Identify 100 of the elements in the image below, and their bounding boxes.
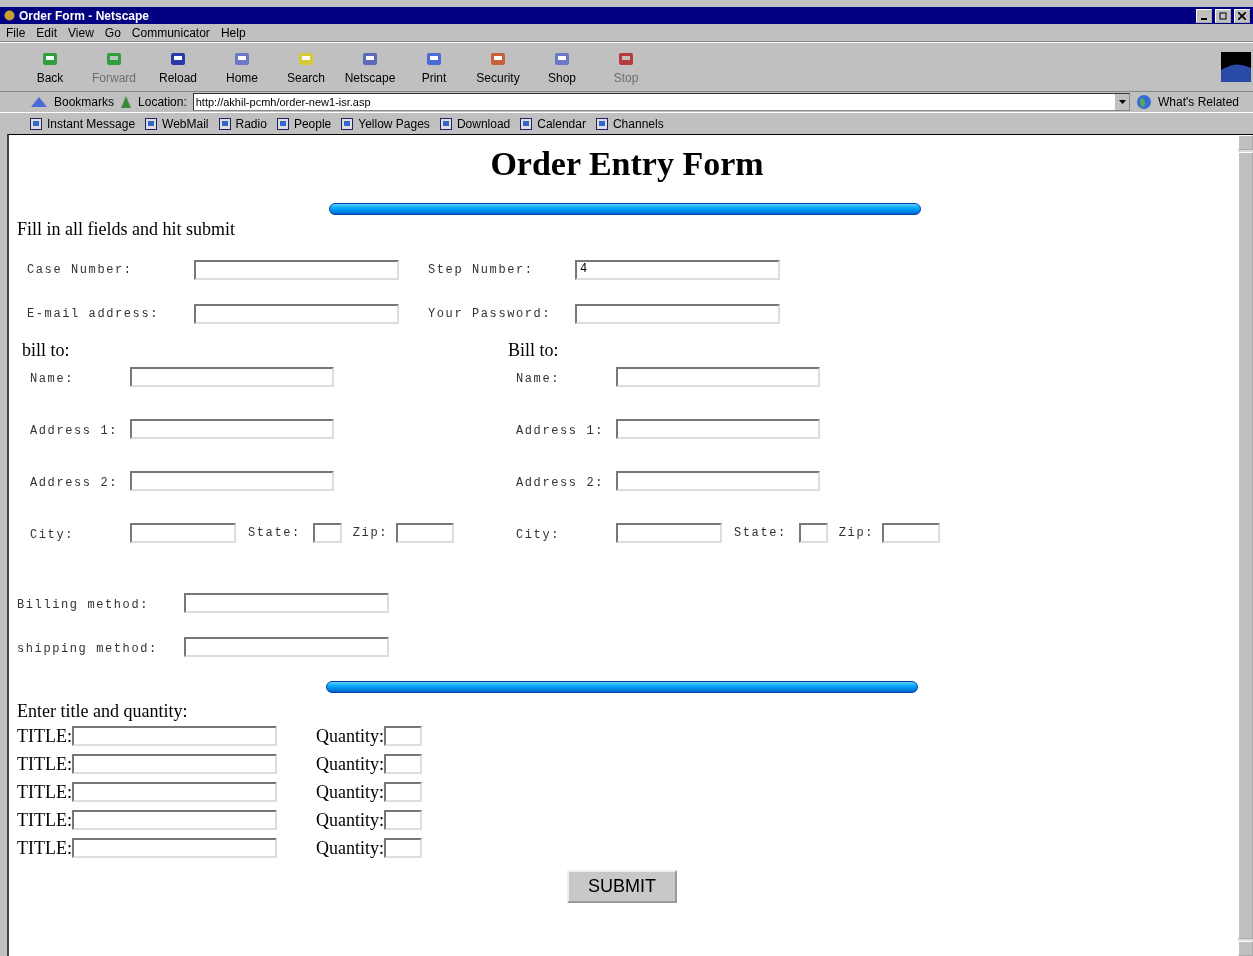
- text-field[interactable]: [130, 471, 334, 491]
- text-field[interactable]: [616, 471, 820, 491]
- bookmarks-button[interactable]: Bookmarks: [54, 95, 115, 109]
- submit-button[interactable]: SUBMIT: [567, 870, 677, 903]
- toolbar-button[interactable]: Shop: [530, 49, 594, 85]
- bookmark-link[interactable]: Radio: [235, 116, 267, 131]
- text-field[interactable]: [384, 726, 422, 746]
- menu-item[interactable]: View: [68, 25, 94, 40]
- field-label: Name:: [30, 372, 74, 386]
- text-field[interactable]: [130, 367, 334, 387]
- page-icon: [30, 117, 42, 130]
- toolbar-button[interactable]: Reload: [146, 49, 210, 85]
- text-field[interactable]: [72, 810, 277, 830]
- text-field[interactable]: [616, 367, 820, 387]
- page-icon: [439, 117, 452, 130]
- text-field[interactable]: [396, 523, 455, 543]
- page-icon: [595, 117, 608, 130]
- field-label: Zip:: [352, 526, 389, 540]
- window-title: Order Form - Netscape: [19, 8, 151, 23]
- text-field[interactable]: [130, 419, 334, 439]
- bookmark-link[interactable]: Instant Message: [47, 116, 136, 131]
- location-icon: [120, 95, 133, 109]
- field-label: Step Number:: [428, 263, 535, 277]
- text-field[interactable]: [384, 810, 422, 830]
- field-label: State:: [734, 526, 787, 540]
- text-field[interactable]: [312, 523, 342, 543]
- text-field[interactable]: [72, 782, 277, 802]
- minimize-icon: [1201, 17, 1207, 20]
- field-label: TITLE:: [17, 725, 72, 747]
- section-heading: Enter title and quantity:: [17, 701, 189, 722]
- text-field[interactable]: [616, 523, 722, 543]
- toolbar-button[interactable]: Search: [274, 49, 338, 85]
- text-field[interactable]: [882, 523, 941, 543]
- toolbar-button[interactable]: Back: [18, 49, 82, 85]
- toolbar-button[interactable]: Home: [210, 49, 274, 85]
- field-label: TITLE:: [17, 753, 72, 775]
- field-label: Address 2:: [30, 476, 118, 490]
- field-label: E-mail address:: [27, 307, 161, 321]
- text-field[interactable]: [72, 838, 277, 858]
- globe-icon: [1136, 94, 1152, 110]
- page-icon: [341, 117, 354, 130]
- field-label: Address 1:: [516, 424, 604, 438]
- toolbar-button[interactable]: Print: [402, 49, 466, 85]
- text-field[interactable]: [184, 637, 389, 657]
- page-heading: Order Entry Form: [489, 145, 765, 183]
- page-icon: [145, 117, 158, 130]
- text-field[interactable]: [798, 523, 828, 543]
- bookmarks-icon: [30, 95, 48, 109]
- text-field[interactable]: [384, 838, 422, 858]
- field-label: State:: [248, 526, 301, 540]
- instructions: Fill in all fields and hit submit: [17, 219, 236, 240]
- page-icon: [520, 117, 533, 130]
- whats-related-button[interactable]: What's Related: [1158, 95, 1239, 109]
- dropdown-icon[interactable]: [1115, 94, 1129, 110]
- scrollbar[interactable]: [1238, 135, 1253, 956]
- restore-button[interactable]: [1215, 8, 1231, 23]
- menu-item[interactable]: Edit: [36, 25, 58, 40]
- bookmark-link[interactable]: Calendar: [537, 116, 586, 131]
- text-field[interactable]: 4: [575, 260, 780, 280]
- field-label: Address 1:: [30, 424, 118, 438]
- bookmark-link[interactable]: Channels: [612, 116, 664, 131]
- field-label: TITLE:: [17, 809, 72, 831]
- bookmark-link[interactable]: Yellow Pages: [358, 116, 430, 131]
- text-field[interactable]: [616, 419, 820, 439]
- app-icon: [3, 9, 16, 22]
- text-field[interactable]: [575, 304, 780, 324]
- close-button[interactable]: [1234, 8, 1250, 23]
- text-field[interactable]: [194, 304, 399, 324]
- text-field[interactable]: [130, 523, 236, 543]
- field-label: City:: [30, 528, 74, 542]
- minimize-button[interactable]: [1196, 8, 1212, 23]
- menu-item[interactable]: Help: [220, 25, 246, 40]
- field-label: Your Password:: [428, 307, 553, 321]
- page-icon: [276, 117, 289, 130]
- close-icon: [1238, 11, 1246, 20]
- text-field[interactable]: [72, 754, 277, 774]
- bookmark-link[interactable]: Download: [456, 116, 511, 131]
- menu-item[interactable]: Communicator: [131, 25, 210, 40]
- field-label: Address 2:: [516, 476, 604, 490]
- bookmark-link[interactable]: WebMail: [162, 116, 209, 131]
- url-field[interactable]: http://akhil-pcmh/order-new1-isr.asp: [192, 93, 1130, 111]
- page-icon: [218, 117, 231, 130]
- section-heading: Bill to:: [508, 340, 560, 361]
- menu-item[interactable]: File: [6, 25, 26, 40]
- field-label: Quantity:: [316, 809, 384, 831]
- toolbar-button[interactable]: Security: [466, 49, 530, 85]
- bookmark-link[interactable]: People: [293, 116, 332, 131]
- field-label: Quantity:: [316, 781, 384, 803]
- restore-icon: [1219, 11, 1227, 20]
- text-field[interactable]: [184, 593, 389, 613]
- field-label: Billing method:: [17, 598, 150, 612]
- toolbar-button[interactable]: Netscape: [338, 49, 402, 85]
- menu-item[interactable]: Go: [104, 25, 121, 40]
- field-label: City:: [516, 528, 560, 542]
- text-field[interactable]: [194, 260, 399, 280]
- text-field[interactable]: [72, 726, 277, 746]
- text-field[interactable]: [384, 754, 422, 774]
- field-label: Case Number:: [27, 263, 134, 277]
- text-field[interactable]: [384, 782, 422, 802]
- field-label: TITLE:: [17, 781, 72, 803]
